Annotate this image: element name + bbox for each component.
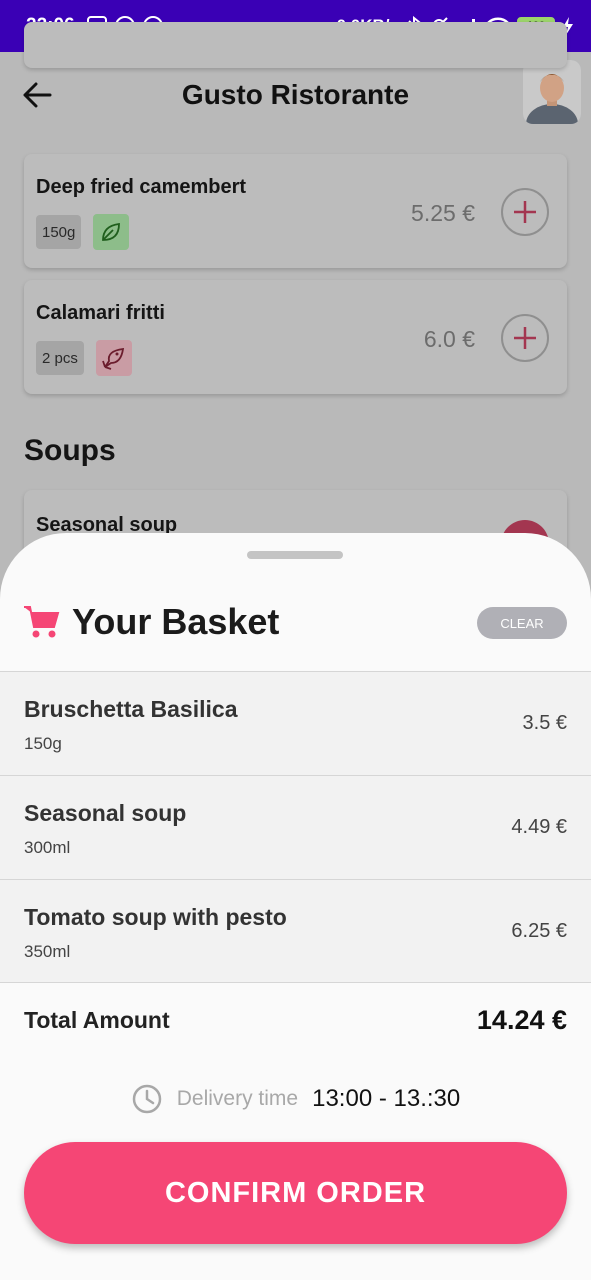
menu-card[interactable]: Calamari fritti 2 pcs 6.0 € — [24, 280, 567, 394]
page-title: Gusto Ristorante — [181, 79, 410, 110]
basket-item-price: 4.49 € — [511, 816, 567, 838]
delivery-label: Delivery time — [176, 1087, 299, 1110]
avatar[interactable] — [523, 60, 581, 124]
total-label: Total Amount — [24, 1007, 170, 1033]
confirm-order-button[interactable]: CONFIRM ORDER — [24, 1142, 567, 1244]
clear-button[interactable]: CLEAR — [477, 607, 567, 639]
basket-title: Your Basket — [72, 601, 280, 642]
basket-item-name: Tomato soup with pesto — [24, 904, 287, 930]
basket-item[interactable]: Seasonal soup 300ml 4.49 € — [0, 775, 591, 879]
total-row: Total Amount 14.24 € — [24, 1005, 567, 1036]
basket-item-quantity: 300ml — [24, 838, 71, 857]
add-to-basket-button[interactable] — [501, 314, 549, 362]
basket-sheet: Your Basket CLEAR Bruschetta Basilica 15… — [0, 533, 591, 1280]
drag-handle[interactable] — [247, 551, 343, 559]
delivery-row[interactable]: Delivery time 13:00 - 13.:30 — [0, 1083, 591, 1115]
delivery-time[interactable]: 13:00 - 13.:30 — [312, 1085, 460, 1113]
menu-item-price: 6.0 € — [423, 326, 475, 352]
plus-icon — [514, 327, 536, 349]
menu-card[interactable]: Deep fried camembert 150g 5.25 € — [24, 154, 567, 268]
quantity-tag: 2 pcs — [36, 341, 84, 375]
leaf-icon — [93, 214, 130, 250]
section-title: Soups — [24, 434, 116, 467]
basket-item-quantity: 350ml — [24, 942, 71, 961]
plus-icon — [514, 201, 536, 223]
add-to-basket-button[interactable] — [501, 188, 549, 236]
menu-item-name: Deep fried camembert — [36, 176, 247, 198]
basket-item[interactable]: Tomato soup with pesto 350ml 6.25 € — [0, 879, 591, 983]
total-value: 14.24 € — [476, 1005, 567, 1035]
basket-list: Bruschetta Basilica 150g 3.5 € Seasonal … — [0, 671, 591, 983]
basket-item[interactable]: Bruschetta Basilica 150g 3.5 € — [0, 671, 591, 775]
menu-item-name: Calamari fritti — [36, 302, 165, 324]
basket-item-price: 6.25 € — [511, 920, 567, 942]
basket-item-name: Bruschetta Basilica — [24, 696, 238, 722]
arrow-left-icon[interactable] — [22, 82, 52, 108]
basket-item-quantity: 150g — [24, 734, 62, 753]
menu-item-price: 5.25 € — [411, 200, 475, 226]
quantity-tag: 150g — [36, 215, 82, 249]
basket-item-price: 3.5 € — [522, 712, 567, 734]
fish-icon — [95, 340, 132, 376]
basket-item-name: Seasonal soup — [24, 800, 187, 826]
clock-icon — [132, 1084, 161, 1114]
cart-icon — [24, 606, 60, 638]
basket-header: Your Basket CLEAR — [0, 593, 591, 671]
menu-card-partial — [24, 22, 567, 68]
